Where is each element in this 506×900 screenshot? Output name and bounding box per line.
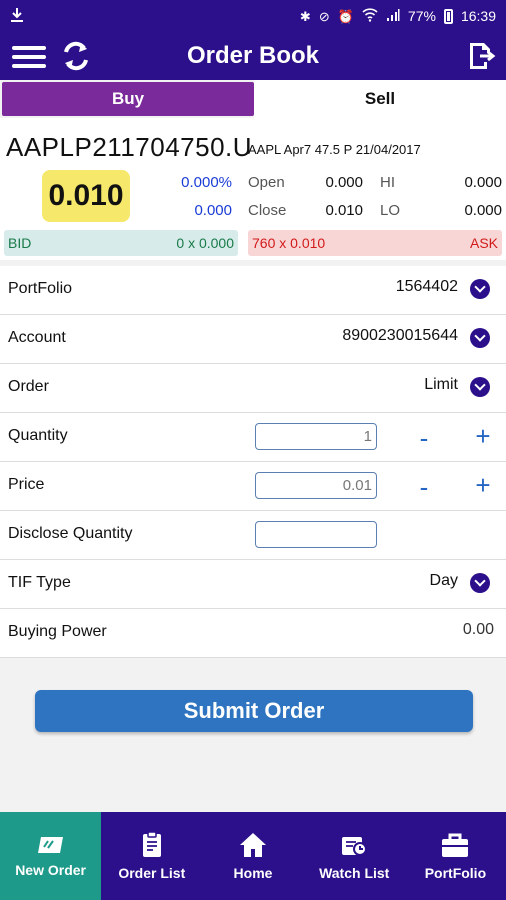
- status-bar: ✱ ⊘ ⏰ 77% 16:39: [0, 0, 506, 32]
- portfolio-value: 1564402: [395, 278, 458, 295]
- ask-label: ASK: [469, 235, 498, 251]
- battery-icon: [443, 8, 453, 24]
- bid-value: 0 x 0.000: [176, 235, 234, 251]
- price-row: Price - +: [0, 462, 506, 511]
- page-title: Order Book: [186, 42, 320, 69]
- tif-type-label: TIF Type: [8, 574, 71, 591]
- price-decrement-button[interactable]: -: [416, 472, 432, 503]
- quote-panel: AAPLP211704750.U AAPL Apr7 47.5 P 21/04/…: [0, 118, 506, 260]
- nav-portfolio[interactable]: PortFolio: [405, 812, 506, 900]
- tab-sell[interactable]: Sell: [254, 80, 506, 118]
- open-value: 0.000: [325, 174, 363, 191]
- home-icon: [240, 833, 266, 857]
- portfolio-label: PortFolio: [8, 280, 73, 297]
- buy-sell-tabs: Buy Sell: [0, 80, 506, 118]
- nav-watch-list[interactable]: Watch List: [304, 812, 405, 900]
- account-row[interactable]: Account 8900230015644: [0, 315, 506, 364]
- tif-type-value: Day: [429, 572, 458, 589]
- quantity-label: Quantity: [8, 427, 68, 444]
- app-bar: Order Book: [0, 32, 506, 80]
- tif-type-row[interactable]: TIF Type Day: [0, 560, 506, 609]
- chevron-down-icon[interactable]: [470, 573, 490, 593]
- chevron-down-icon[interactable]: [470, 279, 490, 299]
- price-label: Price: [8, 476, 45, 493]
- nav-order-list-label: Order List: [118, 865, 186, 881]
- order-type-row[interactable]: Order Limit: [0, 364, 506, 413]
- quantity-row: Quantity - +: [0, 413, 506, 462]
- quantity-increment-button[interactable]: +: [472, 421, 494, 452]
- portfolio-icon: [442, 833, 469, 857]
- last-price: 0.010: [42, 170, 130, 222]
- disclose-quantity-label: Disclose Quantity: [8, 525, 133, 542]
- download-icon: [10, 7, 300, 26]
- portfolio-row[interactable]: PortFolio 1564402: [0, 266, 506, 315]
- order-list-icon: [142, 831, 161, 857]
- open-label: Open: [248, 174, 285, 191]
- close-label: Close: [248, 202, 287, 219]
- disclose-quantity-input[interactable]: [255, 521, 377, 548]
- hi-value: 0.000: [464, 174, 502, 191]
- lo-value: 0.000: [464, 202, 502, 219]
- account-label: Account: [8, 329, 66, 346]
- bluetooth-icon: ✱: [299, 8, 311, 24]
- bid-label: BID: [8, 235, 32, 251]
- nav-order-list[interactable]: Order List: [101, 812, 202, 900]
- logout-icon[interactable]: [466, 40, 498, 72]
- nav-new-order-label: New Order: [15, 862, 86, 878]
- disclose-quantity-row: Disclose Quantity: [0, 511, 506, 560]
- alarm-icon: ⏰: [337, 8, 354, 24]
- nav-portfolio-label: PortFolio: [424, 865, 487, 881]
- change-percent: 0.000%: [181, 174, 232, 191]
- new-order-icon: [37, 837, 63, 853]
- nav-watch-list-label: Watch List: [319, 865, 390, 881]
- submit-order-button[interactable]: Submit Order: [35, 690, 473, 732]
- order-form: PortFolio 1564402 Account 8900230015644 …: [0, 266, 506, 658]
- order-type-value: Limit: [424, 376, 458, 393]
- chevron-down-icon[interactable]: [470, 328, 490, 348]
- buying-power-value: 0.00: [462, 621, 494, 638]
- price-input[interactable]: [255, 472, 377, 499]
- mute-icon: ⊘: [318, 8, 330, 24]
- bottom-nav: New Order Order List Home Watch List Por…: [0, 812, 506, 900]
- account-value: 8900230015644: [342, 327, 458, 344]
- tab-buy[interactable]: Buy: [2, 82, 254, 116]
- buying-power-label: Buying Power: [8, 623, 107, 640]
- buying-power-row: Buying Power 0.00: [0, 609, 506, 658]
- close-value: 0.010: [325, 202, 363, 219]
- quantity-decrement-button[interactable]: -: [416, 423, 432, 454]
- symbol-code: AAPLP211704750.U: [6, 132, 253, 162]
- lo-label: LO: [380, 202, 401, 219]
- symbol-description: AAPL Apr7 47.5 P 21/04/2017: [248, 142, 421, 157]
- price-increment-button[interactable]: +: [472, 470, 494, 501]
- chevron-down-icon[interactable]: [470, 377, 490, 397]
- ask-bar: 760 x 0.010 ASK: [248, 230, 502, 256]
- watch-list-icon: [342, 837, 368, 856]
- clock: 16:39: [460, 8, 496, 24]
- change-value: 0.000: [194, 202, 232, 219]
- nav-home-label: Home: [233, 865, 273, 881]
- nav-new-order[interactable]: New Order: [0, 812, 102, 900]
- hi-label: HI: [380, 174, 395, 191]
- order-type-label: Order: [8, 378, 49, 395]
- signal-icon: [386, 8, 400, 24]
- battery-percent: 77%: [407, 8, 436, 24]
- nav-home[interactable]: Home: [202, 812, 303, 900]
- ask-value: 760 x 0.010: [252, 235, 326, 251]
- quantity-input[interactable]: [255, 423, 377, 450]
- wifi-icon: [362, 8, 378, 24]
- bid-bar: BID 0 x 0.000: [4, 230, 238, 256]
